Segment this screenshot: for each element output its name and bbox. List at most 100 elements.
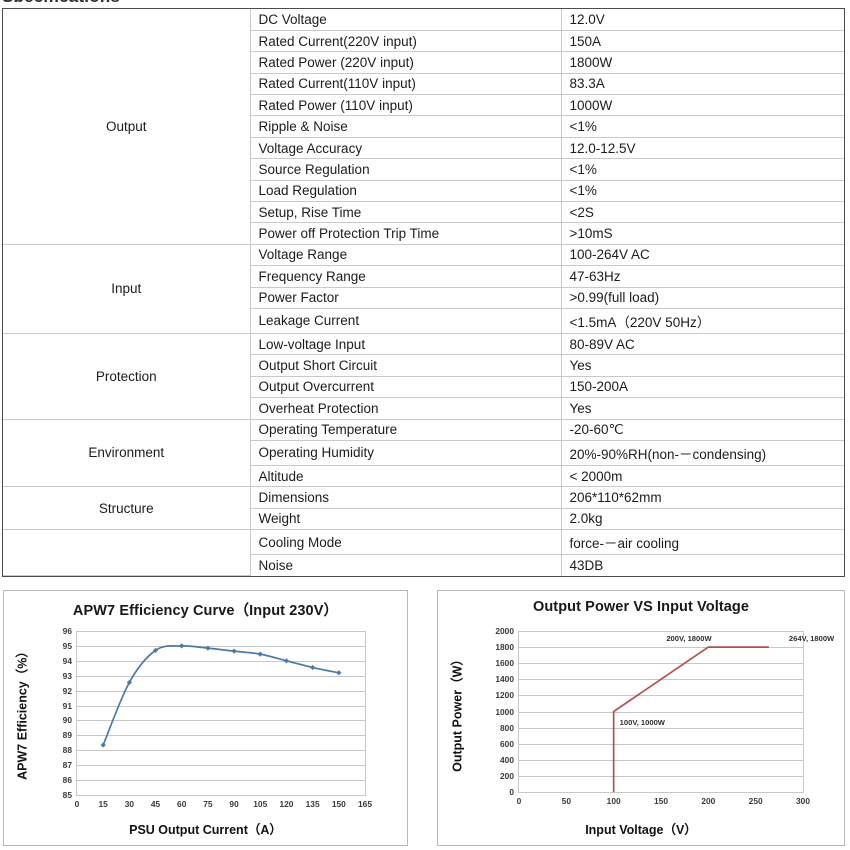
y-axis-tick-label: 90 bbox=[62, 715, 72, 726]
table-row: Input Voltage Range 100-264V AC bbox=[3, 243, 844, 334]
y-axis-tick-label: 95 bbox=[62, 640, 72, 651]
spec-value-cell: 43DB bbox=[560, 554, 844, 576]
x-axis-tick-label: 15 bbox=[98, 799, 108, 809]
y-axis-tick-label: 86 bbox=[62, 775, 72, 786]
data-point-marker bbox=[283, 658, 290, 664]
spec-parameter-cell: Frequency Range bbox=[249, 265, 562, 288]
spec-parameter-cell: Noise bbox=[249, 554, 562, 576]
x-axis-tick-label: 75 bbox=[203, 799, 213, 809]
efficiency-chart-title: APW7 Efficiency Curve（Input 230V） bbox=[72, 603, 339, 619]
y-axis-tick-label: 1400 bbox=[495, 674, 514, 685]
specifications-table: Output DC Voltage 12.0V Rated Current(220V … bbox=[3, 9, 844, 577]
spec-parameter-cell: DC Voltage bbox=[249, 9, 562, 31]
spec-parameter-cell: Source Regulation bbox=[249, 158, 562, 181]
spec-value-cell: 83.3A bbox=[560, 72, 844, 96]
y-axis-tick-label: 96 bbox=[62, 626, 72, 636]
y-axis-tick-label: 93 bbox=[62, 670, 72, 681]
y-axis-tick-label: 2000 bbox=[495, 626, 514, 636]
spec-parameter-cell: Ripple & Noise bbox=[249, 115, 562, 138]
spec-value-cell: 206*110*62mm bbox=[560, 486, 844, 509]
spec-category-cell: Environment bbox=[3, 418, 251, 488]
x-axis-tick-label: 60 bbox=[177, 799, 187, 809]
spec-parameter-cell: Load Regulation bbox=[249, 179, 562, 203]
x-axis-tick-label: 90 bbox=[229, 799, 239, 809]
spec-parameter-cell: Power off Protection Trip Time bbox=[249, 222, 562, 245]
spec-parameter-cell: Operating Temperature bbox=[249, 418, 562, 441]
spec-value-cell: 150-200A bbox=[560, 375, 844, 399]
spec-value-cell: < 2000m bbox=[560, 464, 844, 488]
spec-value-cell: 100-264V AC bbox=[560, 243, 844, 267]
power-voltage-chart-plot: 0 200 400 600 800 1000 1200 1400 1600 1800 2000 0 50… bbox=[495, 626, 834, 806]
y-axis-tick-label: 91 bbox=[62, 700, 72, 711]
spec-parameter-cell: Rated Current(110V input) bbox=[249, 72, 562, 96]
chart-annotation: 264V, 1800W bbox=[788, 634, 835, 644]
x-axis-tick-label: 120 bbox=[279, 799, 294, 809]
specifications-table-container: Output DC Voltage 12.0V Rated Current(220V … bbox=[2, 8, 845, 578]
y-axis-tick-label: 94 bbox=[62, 655, 72, 666]
x-axis-tick-label: 100 bbox=[606, 796, 621, 806]
x-axis-tick-label: 200 bbox=[701, 796, 716, 806]
x-axis-tick-label: 0 bbox=[516, 796, 522, 806]
spec-parameter-cell: Setup, Rise Time bbox=[249, 201, 562, 224]
y-axis-tick-label: 87 bbox=[62, 760, 72, 771]
y-axis-tick-label: 400 bbox=[500, 754, 514, 765]
y-axis-tick-label: 88 bbox=[62, 745, 72, 756]
x-axis-tick-label: 135 bbox=[305, 799, 320, 809]
table-row: Output DC Voltage 12.0V bbox=[3, 9, 844, 245]
table-row: Environment Operating Temperature -20-60℃ bbox=[3, 418, 844, 488]
x-axis-tick-label: 105 bbox=[253, 799, 268, 809]
spec-parameter-cell: Voltage Range bbox=[249, 243, 562, 267]
spec-value-cell: Yes bbox=[560, 397, 844, 420]
y-axis-tick-label: 600 bbox=[500, 738, 514, 749]
series-layer bbox=[612, 646, 769, 792]
x-axis-tick-label: 30 bbox=[124, 799, 135, 809]
spec-category-cell: Output bbox=[3, 9, 251, 245]
spec-value-cell: Yes bbox=[560, 354, 844, 377]
y-axis-tick-label: 1200 bbox=[495, 690, 514, 701]
spec-category-cell bbox=[3, 529, 251, 577]
x-axis-tick-label: 45 bbox=[150, 799, 161, 809]
y-axis-tick-label: 200 bbox=[500, 770, 514, 781]
spec-parameter-cell: Operating Humidity bbox=[249, 439, 562, 466]
x-axis-tick-label: 150 bbox=[331, 799, 346, 809]
spec-value-cell: force-－air cooling bbox=[560, 529, 844, 556]
spec-category-cell: Structure bbox=[3, 486, 251, 531]
data-point-marker bbox=[231, 648, 237, 654]
spec-value-cell: -20-60℃ bbox=[560, 418, 844, 441]
data-point-marker bbox=[100, 742, 106, 748]
spec-value-cell: 12.0V bbox=[560, 9, 844, 31]
spec-value-cell: 2.0kg bbox=[560, 507, 844, 531]
efficiency-chart-panel: APW7 Efficiency Curve（Input 230V） APW7 E… bbox=[3, 590, 408, 846]
y-axis-tick-label: 92 bbox=[62, 685, 72, 696]
spec-parameter-cell: Rated Power (110V input) bbox=[249, 94, 562, 117]
table-row: Structure Dimensions 206*110*62mm bbox=[3, 486, 844, 531]
data-point-marker bbox=[336, 670, 342, 676]
y-axis-tick-label: 85 bbox=[62, 790, 72, 800]
spec-parameter-cell: Voltage Accuracy bbox=[249, 136, 562, 160]
data-point-marker bbox=[310, 664, 316, 671]
x-axis-tick-label: 50 bbox=[561, 796, 571, 806]
series-layer bbox=[100, 643, 342, 748]
spec-value-cell: <1% bbox=[560, 179, 844, 203]
data-point-marker bbox=[205, 645, 211, 651]
spec-value-cell: 1000W bbox=[560, 94, 844, 117]
chart-annotation: 100V, 1000W bbox=[619, 717, 665, 727]
x-axis-tick-label: 150 bbox=[654, 796, 668, 806]
power-voltage-chart-xlabel: Input Voltage（V） bbox=[585, 823, 697, 837]
efficiency-chart-xlabel: PSU Output Current（A） bbox=[129, 823, 282, 837]
power-voltage-chart-panel: Output Power VS Input Voltage Output Pow… bbox=[437, 590, 845, 846]
spec-value-cell: 1800W bbox=[560, 51, 844, 74]
spec-value-cell: <1.5mA（220V 50Hz） bbox=[560, 307, 844, 334]
x-axis-tick-label: 0 bbox=[74, 799, 80, 809]
spec-parameter-cell: Rated Power (220V input) bbox=[249, 51, 562, 74]
page-root: Specifications OutputDC Voltage12.0VRate… bbox=[0, 0, 850, 850]
chart-annotation: 200V, 1800W bbox=[666, 634, 712, 644]
spec-parameter-cell: Rated Current(220V input) bbox=[249, 29, 562, 53]
spec-value-cell: <2S bbox=[560, 201, 844, 224]
spec-value-cell: 47-63Hz bbox=[560, 265, 844, 288]
power-voltage-chart-title: Output Power VS Input Voltage bbox=[532, 599, 750, 615]
spec-value-cell: >0.99(full load) bbox=[560, 286, 844, 309]
spec-value-cell: <1% bbox=[560, 115, 844, 138]
power-voltage-chart-ylabel: Output Power（W） bbox=[450, 653, 465, 772]
table-row: Cooling Mode force-－air cooling bbox=[3, 529, 844, 577]
